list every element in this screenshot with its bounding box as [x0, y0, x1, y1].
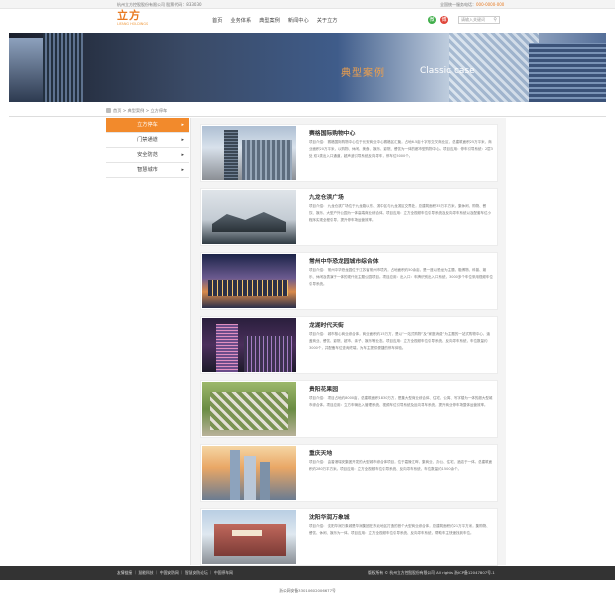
chevron-right-icon: ▸	[181, 122, 184, 128]
logo-mark: 立方	[117, 9, 141, 22]
case-thumbnail[interactable]	[202, 190, 296, 244]
case-thumbnail[interactable]	[202, 126, 296, 180]
case-card[interactable]: 赛格国际购物中心 项目介绍： 赛格国际购物中心位于长安商业中心赛格区汇聚，占地6…	[200, 124, 498, 182]
case-card[interactable]: 贵阳花果园 项目介绍： 项目占地约8000亩，总建筑面积1830万方，是集大型商…	[200, 380, 498, 438]
copyright: 版权所有 © 杭州立方控股股份有限公司 All rights 浙ICP备1204…	[368, 570, 495, 575]
banner-title-cn: 典型案例	[341, 68, 385, 79]
nav-item-about[interactable]: 关于立方	[317, 17, 338, 25]
case-list: 赛格国际购物中心 项目介绍： 赛格国际购物中心位于长安商业中心赛格区汇聚，占地6…	[190, 118, 506, 566]
case-thumbnail[interactable]	[202, 446, 296, 500]
case-title[interactable]: 常州中华恐龙园城市综合体	[309, 256, 379, 265]
case-card[interactable]: 沈阳华润万象城 项目介绍： 沈阳华润万象城是华润集团在东北地区打造的首个大型商业…	[200, 508, 498, 566]
chevron-right-icon: ▸	[181, 137, 184, 143]
friend-links[interactable]: 友情链接 ｜ 慧能科技 ｜ 中国安防网 ｜ 智慧安防论坛 ｜ 中国停车网	[117, 566, 233, 580]
main-nav: 首页 业务体系 典型案例 新闻中心 关于立方	[212, 17, 345, 25]
nav-item-cases[interactable]: 典型案例	[259, 17, 280, 25]
case-card[interactable]: 重庆天地 项目介绍： 由香港瑞安集团开发的大型城市综合体项目，位于嘉陵江畔，集商…	[200, 444, 498, 502]
sidebar-item-access[interactable]: 门禁通道 ▸	[106, 133, 189, 148]
company-info: 杭州立方控股股份有限公司 股票代码：833030	[117, 2, 202, 7]
breadcrumb[interactable]: 首页 > 典型案例 > 立方停车	[113, 108, 167, 114]
case-title[interactable]: 贵阳花果园	[309, 384, 338, 393]
case-thumbnail[interactable]	[202, 510, 296, 564]
case-description: 项目介绍： 九龙仓滨广场位于九龙路以东、滨中区与九龙滨区交界处，总建筑面积35万…	[309, 204, 491, 222]
hotline-info: 全国统一服务电话：000-0000-000	[440, 2, 505, 7]
footer-bottom: 浙公网安备33010602006677号	[0, 580, 615, 600]
case-title[interactable]: 赛格国际购物中心	[309, 128, 355, 137]
chevron-right-icon: ▸	[181, 152, 184, 158]
search-placeholder: 请输入关键词	[461, 17, 485, 22]
police-record[interactable]: 浙公网安备33010602006677号	[0, 588, 615, 594]
banner-building-left-2	[43, 33, 83, 102]
logo-subtitle: LIFANG HOLDINGS	[117, 22, 149, 26]
sidebar-item-smart-city[interactable]: 智慧城市 ▸	[106, 163, 189, 178]
case-description: 项目介绍： 常州中华恐龙园位于江苏省常州市境内，占地面积约50余亩，是一座以恐龙…	[309, 268, 493, 286]
banner-building-right	[529, 43, 606, 102]
page-banner: 典型案例 Classic case	[9, 33, 606, 102]
case-description: 项目介绍： 赛格国际购物中心位于长安商业中心赛格区汇聚，占地6.5亩十字形交叉商…	[309, 140, 493, 158]
case-thumbnail[interactable]	[202, 382, 296, 436]
case-description: 项目介绍： 沈阳华润万象城是华润集团在东北地区打造的首个大型商业综合体，总建筑面…	[309, 524, 490, 535]
site-logo[interactable]: 立方 LIFANG HOLDINGS	[117, 10, 155, 30]
nav-item-news[interactable]: 新闻中心	[288, 17, 309, 25]
weibo-icon[interactable]: 博	[440, 16, 448, 24]
site-footer: 友情链接 ｜ 慧能科技 ｜ 中国安防网 ｜ 智慧安防论坛 ｜ 中国停车网 版权所…	[0, 566, 615, 580]
case-thumbnail[interactable]	[202, 318, 296, 372]
search-icon[interactable]: ⚲	[493, 17, 497, 23]
case-title[interactable]: 九龙仓滨广场	[309, 192, 344, 201]
category-sidebar: 立方停车 ▸ 门禁通道 ▸ 安全防范 ▸ 智慧城市 ▸	[106, 118, 189, 178]
case-description: 项目介绍： 由香港瑞安集团开发的大型城市综合体项目，位于嘉陵江畔，集商业、办公、…	[309, 460, 493, 471]
wechat-icon[interactable]: 微	[428, 16, 436, 24]
sidebar-item-parking[interactable]: 立方停车 ▸	[106, 118, 189, 133]
banner-title-en: Classic case	[420, 66, 475, 76]
case-card[interactable]: 常州中华恐龙园城市综合体 项目介绍： 常州中华恐龙园位于江苏省常州市境内，占地面…	[200, 252, 498, 310]
nav-item-home[interactable]: 首页	[212, 17, 222, 25]
top-info-bar: 杭州立方控股股份有限公司 股票代码：833030 全国统一服务电话：000-00…	[0, 0, 615, 9]
chevron-right-icon: ▸	[181, 167, 184, 173]
case-title[interactable]: 沈阳华润万象城	[309, 512, 350, 521]
nav-item-business[interactable]: 业务体系	[230, 17, 251, 25]
case-thumbnail[interactable]	[202, 254, 296, 308]
search-input[interactable]: 请输入关键词 ⚲	[458, 16, 500, 24]
section-divider	[9, 116, 606, 117]
hotline-number[interactable]: 000-0000-000	[476, 2, 504, 7]
case-title[interactable]: 重庆天地	[309, 448, 332, 457]
case-title[interactable]: 龙湖时代天街	[309, 320, 344, 329]
case-card[interactable]: 九龙仓滨广场 项目介绍： 九龙仓滨广场位于九龙路以东、滨中区与九龙滨区交界处，总…	[200, 188, 498, 246]
case-description: 项目介绍： 城市核心商业综合体，商业面积约15万方，是以“一站式购物”及“家庭消…	[309, 332, 490, 350]
case-description: 项目介绍： 项目占地约8000亩，总建筑面积1830万方，是集大型商业综合体、住…	[309, 396, 493, 407]
sidebar-item-security[interactable]: 安全防范 ▸	[106, 148, 189, 163]
home-icon	[106, 108, 111, 113]
case-card[interactable]: 龙湖时代天街 项目介绍： 城市核心商业综合体，商业面积约15万方，是以“一站式购…	[200, 316, 498, 374]
